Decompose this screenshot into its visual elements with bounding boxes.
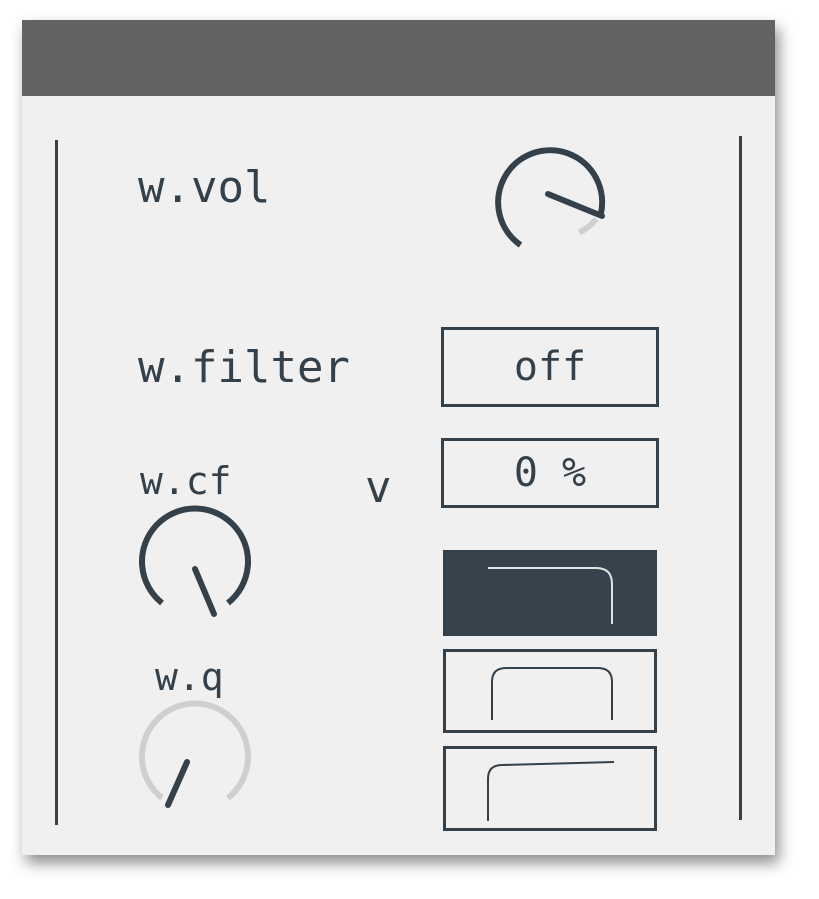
highpass-filter-icon <box>487 761 615 821</box>
bandpass-filter-icon <box>491 667 613 720</box>
filter-label: w.filter <box>138 342 350 393</box>
bandpass-filter-button[interactable] <box>443 649 657 733</box>
highpass-filter-button[interactable] <box>443 746 657 831</box>
cf-label: w.cf <box>140 459 232 503</box>
q-label: w.q <box>155 655 224 699</box>
cf-knob-pointer <box>192 566 217 617</box>
v-value-field[interactable]: 0 % <box>441 438 659 508</box>
vol-knob-pointer <box>545 191 605 219</box>
plugin-panel: w.vol w.filter off w.cf v 0 % w.q <box>22 20 775 855</box>
cf-knob-arc <box>139 505 251 606</box>
q-knob-pointer <box>165 759 190 808</box>
lowpass-filter-button[interactable] <box>443 550 657 636</box>
cf-knob[interactable] <box>130 504 260 634</box>
lowpass-filter-icon <box>488 567 613 624</box>
left-divider <box>55 140 58 825</box>
q-knob[interactable] <box>130 693 260 823</box>
right-divider <box>739 136 742 820</box>
vol-label: w.vol <box>138 162 271 213</box>
q-knob-arc <box>139 700 251 801</box>
title-bar[interactable] <box>22 20 775 96</box>
filter-toggle-button[interactable]: off <box>441 327 659 407</box>
vol-knob-track <box>577 216 599 236</box>
v-label: v <box>365 462 392 513</box>
vol-knob[interactable] <box>484 138 614 268</box>
